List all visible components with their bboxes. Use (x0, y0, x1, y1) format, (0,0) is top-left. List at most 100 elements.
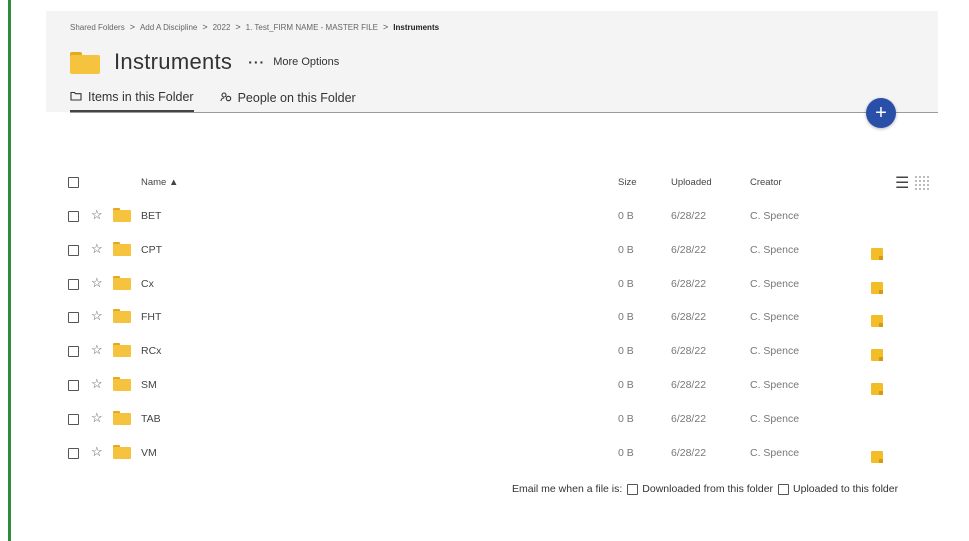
folder-icon (113, 377, 131, 391)
breadcrumb-master-file[interactable]: 1. Test_FIRM NAME - MASTER FILE (246, 23, 378, 32)
title-row: Instruments ··· More Options (70, 49, 339, 75)
file-creator: C. Spence (750, 379, 800, 391)
column-header-uploaded[interactable]: Uploaded (671, 177, 712, 188)
breadcrumb-separator-icon: > (202, 22, 208, 32)
file-creator: C. Spence (750, 447, 800, 459)
row-checkbox[interactable] (68, 245, 79, 256)
tab-items-in-folder[interactable]: Items in this Folder (70, 90, 194, 112)
file-creator: C. Spence (750, 278, 800, 290)
file-name[interactable]: FHT (141, 311, 161, 323)
column-header-size[interactable]: Size (618, 177, 636, 188)
table-row[interactable]: ☆ FHT 0 B 6/28/22 C. Spence (0, 307, 969, 327)
table-row[interactable]: ☆ Cx 0 B 6/28/22 C. Spence (0, 274, 969, 294)
row-checkbox[interactable] (68, 448, 79, 459)
breadcrumb-add-a-discipline[interactable]: Add A Discipline (140, 23, 197, 32)
table-row[interactable]: ☆ VM 0 B 6/28/22 C. Spence (0, 443, 969, 463)
folder-icon (113, 276, 131, 290)
folder-outline-icon (70, 90, 82, 104)
breadcrumb-2022[interactable]: 2022 (213, 23, 231, 32)
file-uploaded: 6/28/22 (671, 447, 707, 459)
table-row[interactable]: ☆ TAB 0 B 6/28/22 C. Spence (0, 409, 969, 429)
row-checkbox[interactable] (68, 414, 79, 425)
more-options-button[interactable]: ··· More Options (248, 54, 339, 70)
folder-icon (113, 309, 131, 323)
file-name[interactable]: RCx (141, 345, 161, 357)
add-button[interactable]: + (866, 98, 896, 128)
folder-tabs: Items in this Folder People on this Fold… (70, 90, 382, 112)
file-uploaded: 6/28/22 (671, 379, 707, 391)
file-size: 0 B (618, 278, 634, 290)
file-uploaded: 6/28/22 (671, 210, 707, 222)
table-row[interactable]: ☆ RCx 0 B 6/28/22 C. Spence (0, 341, 969, 361)
breadcrumb-current: Instruments (393, 22, 440, 32)
star-icon[interactable]: ☆ (91, 308, 103, 324)
folder-header: Shared Folders > Add A Discipline > 2022… (46, 11, 938, 113)
star-icon[interactable]: ☆ (91, 410, 103, 426)
file-name[interactable]: SM (141, 379, 157, 391)
file-size: 0 B (618, 210, 634, 222)
grid-view-icon[interactable] (915, 176, 930, 190)
file-name[interactable]: VM (141, 447, 157, 459)
star-icon[interactable]: ☆ (91, 275, 103, 291)
email-prefix-label: Email me when a file is: (512, 483, 623, 495)
row-checkbox[interactable] (68, 279, 79, 290)
star-icon[interactable]: ☆ (91, 207, 103, 223)
note-icon[interactable] (871, 383, 883, 395)
star-icon[interactable]: ☆ (91, 342, 103, 358)
breadcrumb: Shared Folders > Add A Discipline > 2022… (70, 22, 439, 32)
file-size: 0 B (618, 345, 634, 357)
select-all-checkbox[interactable] (68, 177, 79, 188)
folder-icon (113, 445, 131, 459)
file-name[interactable]: CPT (141, 244, 162, 256)
tab-people-on-folder[interactable]: People on this Folder (220, 90, 356, 112)
note-icon[interactable] (871, 315, 883, 327)
folder-icon (70, 50, 100, 74)
people-icon (220, 91, 232, 105)
list-view-icon[interactable]: ☰ (895, 173, 909, 193)
file-uploaded: 6/28/22 (671, 345, 707, 357)
table-row[interactable]: ☆ BET 0 B 6/28/22 C. Spence (0, 206, 969, 226)
file-name[interactable]: BET (141, 210, 161, 222)
column-header-name[interactable]: Name ▲ (141, 177, 178, 188)
more-dots-icon: ··· (248, 54, 266, 70)
file-size: 0 B (618, 447, 634, 459)
breadcrumb-separator-icon: > (383, 22, 389, 32)
table-row[interactable]: ☆ SM 0 B 6/28/22 C. Spence (0, 375, 969, 395)
star-icon[interactable]: ☆ (91, 376, 103, 392)
file-name[interactable]: TAB (141, 413, 161, 425)
uploaded-checkbox[interactable] (778, 483, 790, 495)
row-checkbox[interactable] (68, 312, 79, 323)
file-size: 0 B (618, 413, 634, 425)
note-icon[interactable] (871, 248, 883, 260)
star-icon[interactable]: ☆ (91, 444, 103, 460)
star-icon[interactable]: ☆ (91, 241, 103, 257)
file-creator: C. Spence (750, 244, 800, 256)
folder-icon (113, 411, 131, 425)
file-size: 0 B (618, 379, 634, 391)
file-creator: C. Spence (750, 345, 800, 357)
table-row[interactable]: ☆ CPT 0 B 6/28/22 C. Spence (0, 240, 969, 260)
row-checkbox[interactable] (68, 346, 79, 357)
row-checkbox[interactable] (68, 211, 79, 222)
note-icon[interactable] (871, 282, 883, 294)
folder-icon (113, 208, 131, 222)
more-options-label: More Options (273, 56, 340, 68)
tab-people-label: People on this Folder (237, 91, 356, 105)
breadcrumb-separator-icon: > (235, 22, 241, 32)
note-icon[interactable] (871, 451, 883, 463)
row-checkbox[interactable] (68, 380, 79, 391)
file-uploaded: 6/28/22 (671, 244, 707, 256)
file-creator: C. Spence (750, 210, 800, 222)
breadcrumb-separator-icon: > (129, 22, 135, 32)
column-header-creator[interactable]: Creator (750, 177, 782, 188)
folder-icon (113, 242, 131, 256)
view-toggle: ☰ (895, 173, 930, 193)
downloaded-label: Downloaded from this folder (642, 483, 774, 495)
breadcrumb-shared-folders[interactable]: Shared Folders (70, 23, 125, 32)
file-uploaded: 6/28/22 (671, 278, 707, 290)
note-icon[interactable] (871, 349, 883, 361)
file-name[interactable]: Cx (141, 278, 154, 290)
downloaded-checkbox[interactable] (627, 483, 639, 495)
file-uploaded: 6/28/22 (671, 413, 707, 425)
email-notification-options: Email me when a file is: Downloaded from… (512, 483, 898, 495)
